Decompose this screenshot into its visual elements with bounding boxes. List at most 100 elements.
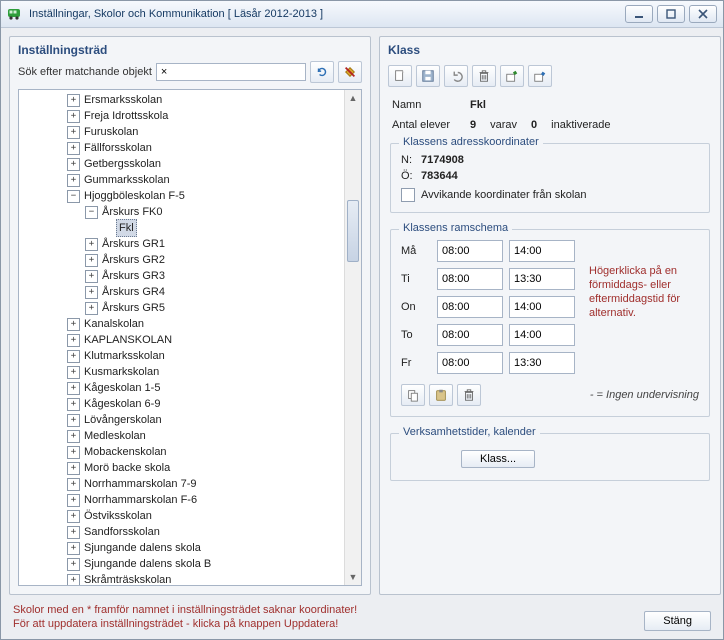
tree-item[interactable]: +Kusmarkskolan	[19, 364, 361, 380]
tree-item-label[interactable]: Årskurs FK0	[100, 204, 165, 220]
on-am-input[interactable]	[437, 296, 503, 318]
expand-icon[interactable]: +	[67, 398, 80, 411]
tree-item-label[interactable]: Årskurs GR4	[100, 284, 167, 300]
maximize-button[interactable]	[657, 5, 685, 23]
new-button[interactable]	[388, 65, 412, 87]
tree-item-label[interactable]: Fkl	[116, 219, 137, 237]
tree-item[interactable]: +Årskurs GR5	[19, 300, 361, 316]
tree-item-label[interactable]: Getbergsskolan	[82, 156, 163, 172]
tree-item-label[interactable]: Sjungande dalens skola	[82, 540, 203, 556]
refresh-button[interactable]	[310, 61, 334, 83]
search-input[interactable]	[156, 63, 306, 81]
expand-icon[interactable]: +	[67, 366, 80, 379]
tree-item-label[interactable]: Årskurs GR1	[100, 236, 167, 252]
tree-item[interactable]: +Årskurs GR1	[19, 236, 361, 252]
tree-item[interactable]: −Hjoggböleskolan F-5	[19, 188, 361, 204]
expand-icon[interactable]: +	[85, 254, 98, 267]
expand-icon[interactable]: +	[67, 318, 80, 331]
tree-item-label[interactable]: Norrhammarskolan 7-9	[82, 476, 198, 492]
tree-item[interactable]: +Kanalskolan	[19, 316, 361, 332]
expand-icon[interactable]: +	[67, 510, 80, 523]
on-pm-input[interactable]	[509, 296, 575, 318]
collapse-icon[interactable]: −	[67, 190, 80, 203]
tree-item-label[interactable]: Fällforsskolan	[82, 140, 154, 156]
delete-button[interactable]	[472, 65, 496, 87]
tree-item[interactable]: +Kågeskolan 1-5	[19, 380, 361, 396]
tree-item[interactable]: +Klutmarksskolan	[19, 348, 361, 364]
tree-item-label[interactable]: Årskurs GR2	[100, 252, 167, 268]
tree-item[interactable]: +Freja Idrottsskola	[19, 108, 361, 124]
expand-icon[interactable]: +	[67, 414, 80, 427]
fr-pm-input[interactable]	[509, 352, 575, 374]
expand-icon[interactable]: +	[67, 110, 80, 123]
scroll-up-arrow[interactable]: ▲	[345, 90, 361, 106]
close-window-button[interactable]: Stäng	[644, 611, 711, 631]
tree-item[interactable]: +Ersmarksskolan	[19, 92, 361, 108]
tree-item-label[interactable]: Hjoggböleskolan F-5	[82, 188, 187, 204]
class-calendar-button[interactable]: Klass...	[461, 450, 535, 468]
delete-schedule-button[interactable]	[457, 384, 481, 406]
expand-icon[interactable]: +	[67, 158, 80, 171]
tree-item[interactable]: +Furuskolan	[19, 124, 361, 140]
tree-item-label[interactable]: Kusmarkskolan	[82, 364, 161, 380]
tree-item-label[interactable]: Kanalskolan	[82, 316, 146, 332]
tree-item[interactable]: +Norrhammarskolan 7-9	[19, 476, 361, 492]
tree-item-label[interactable]: Gummarksskolan	[82, 172, 172, 188]
tree-item[interactable]: +Norrhammarskolan F-6	[19, 492, 361, 508]
fr-am-input[interactable]	[437, 352, 503, 374]
expand-icon[interactable]: +	[67, 174, 80, 187]
tree-item-label[interactable]: Freja Idrottsskola	[82, 108, 170, 124]
tree-item[interactable]: +Årskurs GR2	[19, 252, 361, 268]
paste-schedule-button[interactable]	[429, 384, 453, 406]
tree-item-label[interactable]: Skråmträskskolan	[82, 572, 173, 585]
expand-icon[interactable]: +	[67, 334, 80, 347]
tree-item[interactable]: +Årskurs GR4	[19, 284, 361, 300]
scroll-thumb[interactable]	[347, 200, 359, 262]
to-am-input[interactable]	[437, 324, 503, 346]
tree-item[interactable]: +Mobackenskolan	[19, 444, 361, 460]
tree-item[interactable]: +Sjungande dalens skola B	[19, 556, 361, 572]
import-button[interactable]	[528, 65, 552, 87]
undo-button[interactable]	[444, 65, 468, 87]
ti-am-input[interactable]	[437, 268, 503, 290]
expand-icon[interactable]: +	[67, 574, 80, 586]
tree-scrollbar[interactable]: ▲ ▼	[344, 90, 361, 585]
ma-am-input[interactable]	[437, 240, 503, 262]
tree-item[interactable]: +Årskurs GR3	[19, 268, 361, 284]
tree-item-label[interactable]: Årskurs GR5	[100, 300, 167, 316]
tree-item[interactable]: +Gummarksskolan	[19, 172, 361, 188]
tree-item-label[interactable]: Kågeskolan 6-9	[82, 396, 162, 412]
tree-item[interactable]: +Sjungande dalens skola	[19, 540, 361, 556]
expand-icon[interactable]: +	[67, 142, 80, 155]
tree-item-label[interactable]: Furuskolan	[82, 124, 140, 140]
expand-icon[interactable]: +	[67, 446, 80, 459]
tree-item-label[interactable]: Kågeskolan 1-5	[82, 380, 162, 396]
ti-pm-input[interactable]	[509, 268, 575, 290]
scroll-down-arrow[interactable]: ▼	[345, 569, 361, 585]
tree-item-label[interactable]: Ersmarksskolan	[82, 92, 164, 108]
expand-icon[interactable]: +	[67, 526, 80, 539]
tree-item[interactable]: −Årskurs FK0	[19, 204, 361, 220]
expand-icon[interactable]: +	[85, 286, 98, 299]
tree-item-label[interactable]: KAPLANSKOLAN	[82, 332, 174, 348]
tree-item-label[interactable]: Östviksskolan	[82, 508, 154, 524]
tree-item-label[interactable]: Lövångerskolan	[82, 412, 164, 428]
expand-icon[interactable]: +	[67, 462, 80, 475]
expand-icon[interactable]: +	[85, 270, 98, 283]
tree-item[interactable]: +KAPLANSKOLAN	[19, 332, 361, 348]
tree-item[interactable]: +Skråmträskskolan	[19, 572, 361, 585]
tree-item[interactable]: +Getbergsskolan	[19, 156, 361, 172]
tree-item[interactable]: +Fällforsskolan	[19, 140, 361, 156]
tree-item[interactable]: +Morö backe skola	[19, 460, 361, 476]
expand-icon[interactable]: +	[67, 558, 80, 571]
expand-icon[interactable]: +	[67, 126, 80, 139]
tree-item-label[interactable]: Medleskolan	[82, 428, 148, 444]
expand-icon[interactable]: +	[67, 350, 80, 363]
tree-item[interactable]: +Medleskolan	[19, 428, 361, 444]
expand-icon[interactable]: +	[85, 238, 98, 251]
tree-item[interactable]: +Sandforsskolan	[19, 524, 361, 540]
clear-button[interactable]	[338, 61, 362, 83]
tree-item-label[interactable]: Klutmarksskolan	[82, 348, 167, 364]
expand-icon[interactable]: +	[67, 430, 80, 443]
expand-icon[interactable]: +	[67, 382, 80, 395]
